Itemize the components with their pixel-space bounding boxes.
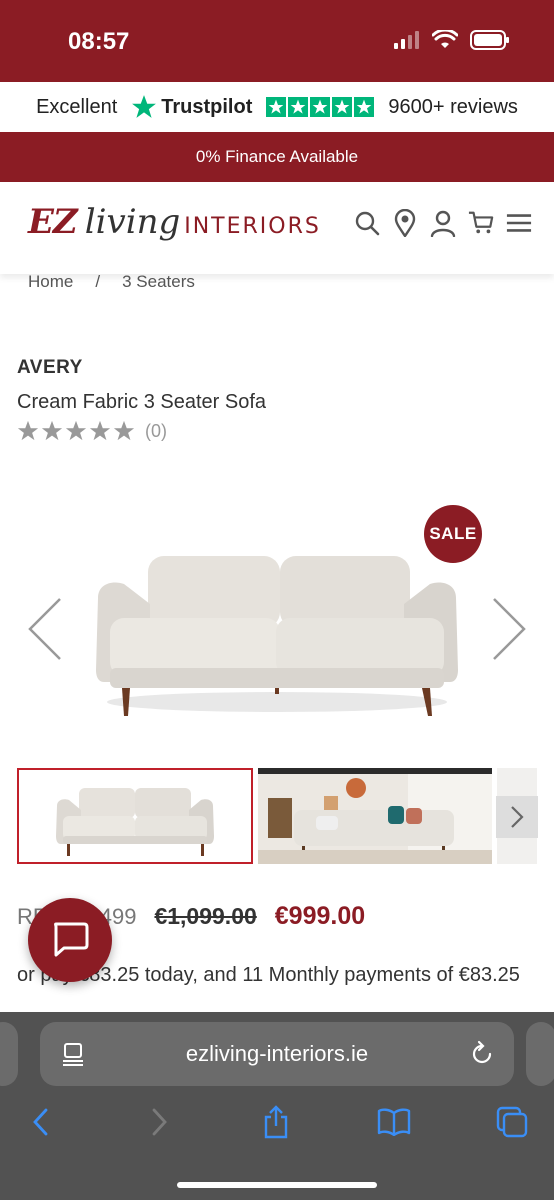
trustpilot-star-icon [288, 97, 309, 117]
share-button[interactable] [258, 1104, 294, 1140]
header-icons [354, 208, 532, 238]
menu-icon[interactable] [506, 208, 532, 238]
thumbnail-next-button[interactable] [496, 796, 538, 838]
site-header: EZ living INTERIORS [0, 182, 554, 274]
chevron-right-icon [511, 806, 524, 828]
chevron-right-icon [493, 598, 526, 660]
product-title: Cream Fabric 3 Seater Sofa [17, 391, 266, 413]
back-button[interactable] [22, 1104, 58, 1140]
live-chat-button[interactable] [28, 898, 112, 982]
trustpilot-star-icon [266, 97, 287, 117]
status-icons [394, 30, 510, 50]
home-indicator [177, 1182, 377, 1188]
tabs-button[interactable] [494, 1104, 530, 1140]
gallery-next-button[interactable] [490, 597, 530, 661]
cellular-signal-icon [394, 31, 419, 49]
trustpilot-brand: Trustpilot [161, 95, 253, 118]
cart-icon[interactable] [468, 208, 494, 238]
logo-interiors: INTERIORS [184, 214, 321, 239]
chat-bubble-icon [54, 922, 89, 957]
browser-toolbar [0, 1100, 554, 1144]
empty-star-icon [65, 420, 87, 441]
review-count: (0) [145, 420, 167, 441]
previous-tab-peek[interactable] [0, 1022, 18, 1086]
breadcrumb: Home / 3 Seaters [28, 272, 195, 292]
browser-chrome: ezliving-interiors.ie [0, 1012, 554, 1200]
back-arrow-icon [33, 1108, 48, 1136]
trustpilot-star-icon [310, 97, 331, 117]
chevron-left-icon [28, 598, 61, 660]
trustpilot-logo: Trustpilot [131, 94, 252, 120]
status-bar: 08:57 [0, 0, 554, 82]
url-text: ezliving-interiors.ie [185, 1041, 369, 1066]
trustpilot-star-icon [332, 97, 353, 117]
finance-banner[interactable]: 0% Finance Available [0, 132, 554, 182]
trustpilot-bar[interactable]: Excellent Trustpilot 9600+ reviews [0, 82, 554, 132]
trustpilot-star-icon [132, 95, 157, 118]
book-icon [377, 1108, 411, 1136]
sofa-thumbnail-image [19, 770, 251, 862]
ez-living-logo[interactable]: EZ living INTERIORS [28, 202, 321, 242]
search-icon[interactable] [354, 208, 380, 238]
bookmarks-button[interactable] [376, 1104, 412, 1140]
address-bar[interactable]: ezliving-interiors.ie [40, 1022, 514, 1086]
thumbnail-1[interactable] [17, 768, 253, 864]
thumbnail-strip [17, 768, 554, 864]
breadcrumb-home[interactable]: Home [28, 272, 73, 292]
share-icon [264, 1105, 288, 1139]
next-tab-peek[interactable] [526, 1022, 554, 1086]
trustpilot-rating-word: Excellent [36, 95, 118, 118]
tabs-icon [496, 1106, 528, 1138]
empty-star-icon [113, 420, 135, 441]
forward-button[interactable] [142, 1104, 178, 1140]
breadcrumb-separator: / [95, 272, 101, 291]
logo-ez: EZ [28, 202, 78, 242]
breadcrumb-current[interactable]: 3 Seaters [122, 272, 195, 292]
page-menu-icon[interactable] [62, 1042, 84, 1066]
product-rating[interactable]: (0) [17, 420, 167, 442]
trustpilot-reviews: 9600+ reviews [388, 95, 518, 118]
trustpilot-stars [266, 97, 375, 117]
thumbnail-2[interactable] [258, 768, 492, 864]
empty-star-icon [17, 420, 39, 441]
battery-icon [470, 30, 509, 50]
status-time: 08:57 [68, 28, 130, 55]
trustpilot-star-icon [354, 97, 375, 117]
location-icon[interactable] [392, 208, 418, 238]
wifi-icon [432, 30, 458, 48]
forward-arrow-icon [152, 1108, 167, 1136]
old-price: €1,099.00 [154, 903, 257, 929]
empty-star-icon [41, 420, 63, 441]
sofa-room-thumbnail-image [258, 768, 492, 864]
logo-living: living [84, 202, 181, 242]
sale-price: €999.00 [274, 902, 366, 930]
sale-badge: SALE [424, 505, 482, 563]
empty-star-icon [89, 420, 111, 441]
gallery-prev-button[interactable] [26, 597, 66, 661]
product-brand: AVERY [17, 357, 83, 378]
reload-icon[interactable] [470, 1040, 494, 1066]
account-icon[interactable] [430, 208, 456, 238]
